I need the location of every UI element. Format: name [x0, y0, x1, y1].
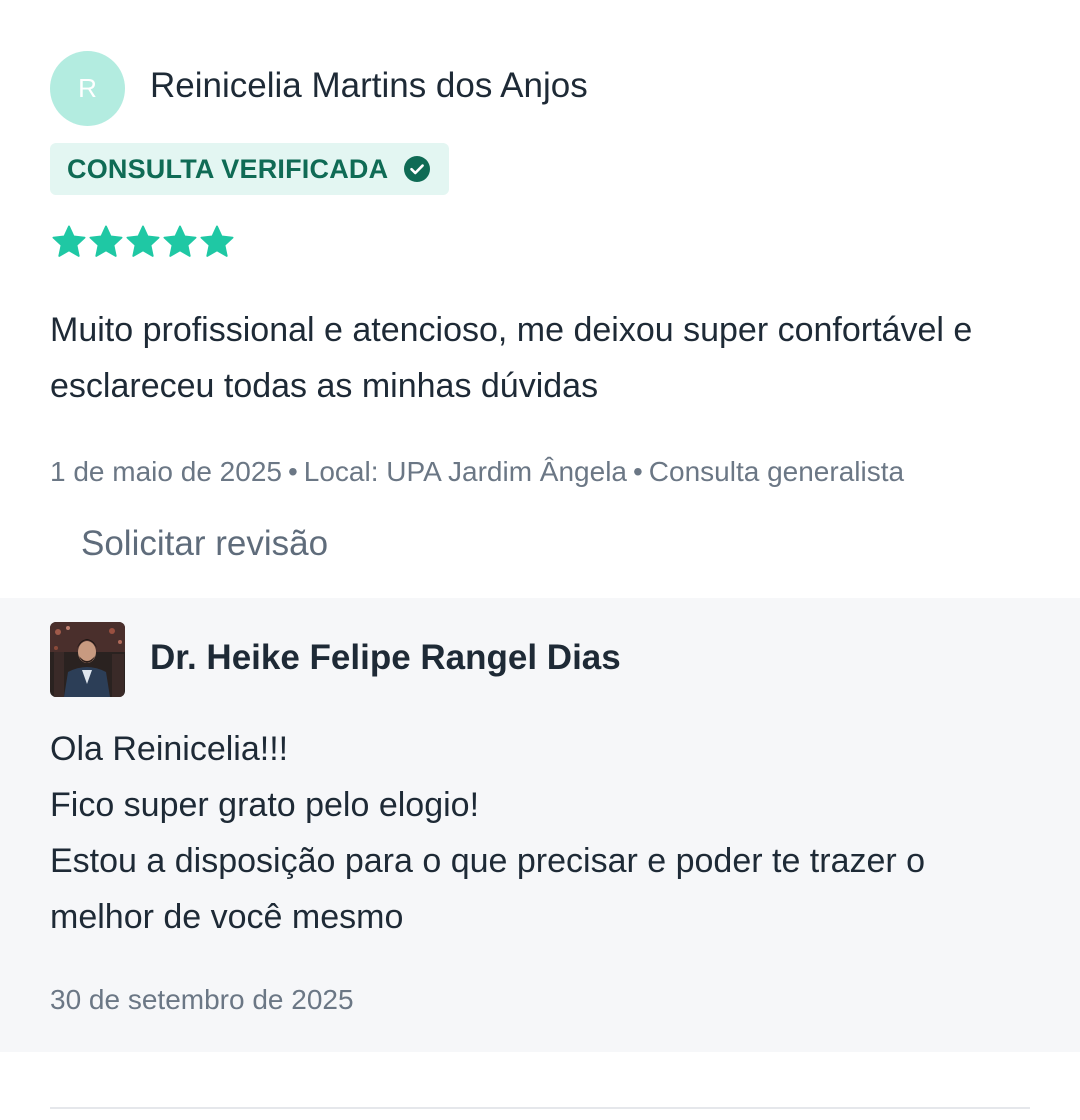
review-location: Local: UPA Jardim Ângela — [303, 456, 627, 487]
reply-line: melhor de você mesmo — [50, 898, 404, 936]
review-text: Muito profissional e atencioso, me deixo… — [50, 311, 973, 405]
star-icon — [200, 225, 234, 257]
reviewer-avatar: R — [50, 51, 125, 126]
check-circle-icon — [404, 156, 430, 182]
star-icon — [89, 225, 123, 257]
reply-line: Estou a disposição para o que precisar e… — [50, 842, 926, 880]
review-date: 1 de maio de 2025 — [50, 456, 282, 487]
doctor-photo-image — [50, 622, 125, 697]
reply-text: Ola Reinicelia!!! Fico super grato pelo … — [50, 721, 1040, 945]
meta-separator: • — [287, 456, 298, 487]
star-icon — [126, 225, 160, 257]
divider — [50, 1107, 1030, 1109]
patient-review: R Reinicelia Martins dos Anjos CONSULTA … — [0, 0, 1080, 598]
verified-badge: CONSULTA VERIFICADA — [50, 143, 449, 195]
meta-separator: • — [632, 456, 643, 487]
star-icon — [163, 225, 197, 257]
star-icon — [52, 225, 86, 257]
avatar-initial: R — [78, 73, 97, 103]
reviewer-name: Reinicelia Martins dos Anjos — [150, 66, 588, 105]
reply-line: Fico super grato pelo elogio! — [50, 786, 480, 824]
request-review-link[interactable]: Solicitar revisão — [81, 524, 328, 564]
star-rating — [51, 224, 235, 262]
doctor-name: Dr. Heike Felipe Rangel Dias — [150, 638, 621, 677]
verified-badge-label: CONSULTA VERIFICADA — [67, 154, 389, 184]
doctor-reply: Dr. Heike Felipe Rangel Dias Ola Reinice… — [0, 598, 1080, 1052]
reply-date: 30 de setembro de 2025 — [50, 984, 354, 1015]
review-service: Consulta generalista — [648, 456, 905, 487]
doctor-photo — [50, 622, 125, 697]
review-meta: 1 de maio de 2025 • Local: UPA Jardim Ânge… — [50, 456, 904, 488]
reply-line: Ola Reinicelia!!! — [50, 730, 289, 768]
